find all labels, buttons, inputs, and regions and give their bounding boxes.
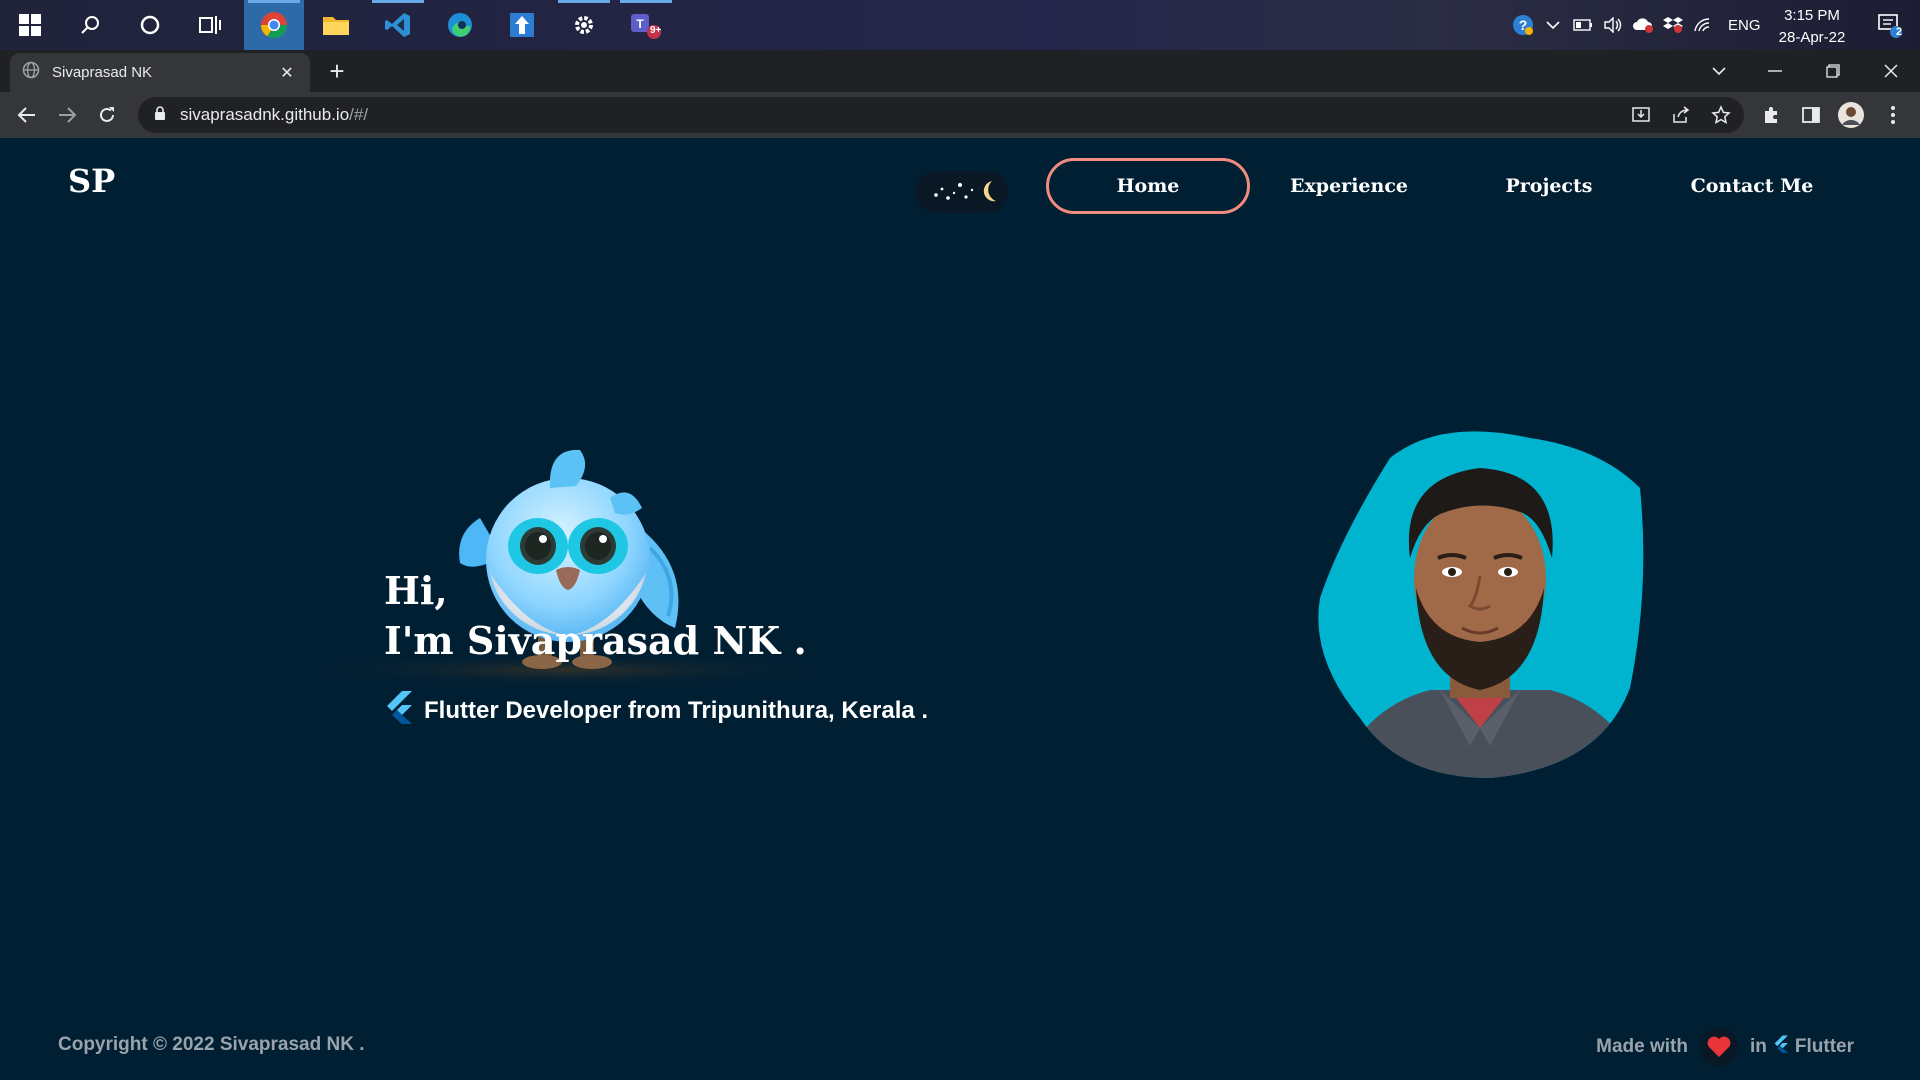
nav-contact[interactable]: Contact Me [1672,158,1832,214]
edge-icon[interactable] [430,0,490,50]
made-with-label: Made with [1596,1036,1688,1057]
url-host: sivaprasadnk.github.io [180,105,350,124]
nav-projects[interactable]: Projects [1476,158,1622,214]
restore-icon[interactable] [1810,50,1856,92]
file-explorer-icon[interactable] [306,0,366,50]
profile-portrait [1318,431,1644,778]
search-icon[interactable] [60,0,120,50]
clock-time: 3:15 PM [1784,7,1840,24]
chevron-up-icon[interactable] [1538,20,1568,30]
settings-icon[interactable] [554,0,614,50]
cortana-icon[interactable] [120,0,180,50]
url-text: sivaprasadnk.github.io/#/ [180,105,368,125]
cloud-sync-icon[interactable] [1628,16,1658,34]
extensions-icon[interactable] [1756,100,1786,130]
close-tab-icon[interactable]: ✕ [276,62,298,84]
system-tray: ? ENG [1508,0,1761,50]
vscode-icon[interactable] [368,0,428,50]
new-tab-button[interactable]: + [322,56,352,86]
nav-experience[interactable]: Experience [1276,158,1422,214]
flutter-label: Flutter [1794,1036,1854,1057]
volume-icon[interactable] [1598,17,1628,33]
footer-made-with: Made with in Flutter [1596,1028,1854,1066]
footer-copyright: Copyright © 2022 Sivaprasad NK . [58,1034,365,1055]
tab-search-chevron-icon[interactable] [1696,50,1742,92]
reload-icon[interactable] [92,100,122,130]
notification-center-icon[interactable]: 2 [1860,0,1920,50]
address-bar[interactable]: sivaprasadnk.github.io/#/ [138,97,1744,133]
hero-tagline: Flutter Developer from Tripunithura, Ker… [424,696,929,724]
heart-icon [1700,1028,1738,1066]
share-icon[interactable] [1666,100,1696,130]
browser-tab[interactable]: Sivaprasad NK ✕ [10,53,310,92]
stars-moon-icon [934,181,996,202]
teams-icon[interactable]: T 9+ [616,0,676,50]
back-icon[interactable] [12,100,42,130]
nav-home[interactable]: Home [1046,158,1250,214]
notification-count: 2 [1896,26,1903,38]
flutter-logo-icon [384,690,424,731]
portfolio-page: SP Home Experience Projects Contact Me H… [0,138,1920,1080]
lock-icon[interactable] [154,105,166,125]
clock[interactable]: 3:15 PM 28-Apr-22 [1772,5,1852,49]
close-window-icon[interactable] [1868,50,1914,92]
bookmark-star-icon[interactable] [1706,100,1736,130]
install-app-icon[interactable] [1626,100,1656,130]
chrome-icon[interactable] [244,0,304,50]
wifi-icon[interactable] [1688,17,1718,33]
windows-taskbar: T 9+ ? ENG 3:15 PM 28-Apr-22 2 [0,0,1920,50]
teams-badge: 9+ [650,25,662,36]
side-panel-icon[interactable] [1796,100,1826,130]
dropbox-icon[interactable] [1658,16,1688,34]
flutter-small-icon [1773,1035,1789,1059]
tab-title: Sivaprasad NK [52,64,153,81]
battery-icon[interactable] [1568,19,1598,31]
hero-greeting: Hi, [384,568,448,613]
url-path: /#/ [349,105,369,124]
hero-name: I'm Sivaprasad NK . [384,618,807,663]
help-icon[interactable]: ? [1508,13,1538,37]
hero-tagline-row: Flutter Developer from Tripunithura, Ker… [384,690,928,731]
forward-icon[interactable] [52,100,82,130]
clock-date: 28-Apr-22 [1778,29,1846,46]
browser-toolbar: sivaprasadnk.github.io/#/ [0,92,1920,138]
profile-avatar[interactable] [1836,100,1866,130]
globe-icon [22,61,40,84]
site-logo[interactable]: SP [68,162,115,200]
browser-tab-strip: Sivaprasad NK ✕ + [0,50,1920,92]
minimize-icon[interactable] [1752,50,1798,92]
language-indicator[interactable]: ENG [1728,17,1761,34]
task-view-icon[interactable] [180,0,240,50]
svg-text:T: T [636,17,644,31]
theme-toggle[interactable] [916,171,1008,213]
chrome-menu-icon[interactable] [1878,100,1908,130]
windows-start-icon[interactable] [0,0,60,50]
app-arrow-icon[interactable] [492,0,552,50]
in-label: in [1750,1036,1767,1057]
